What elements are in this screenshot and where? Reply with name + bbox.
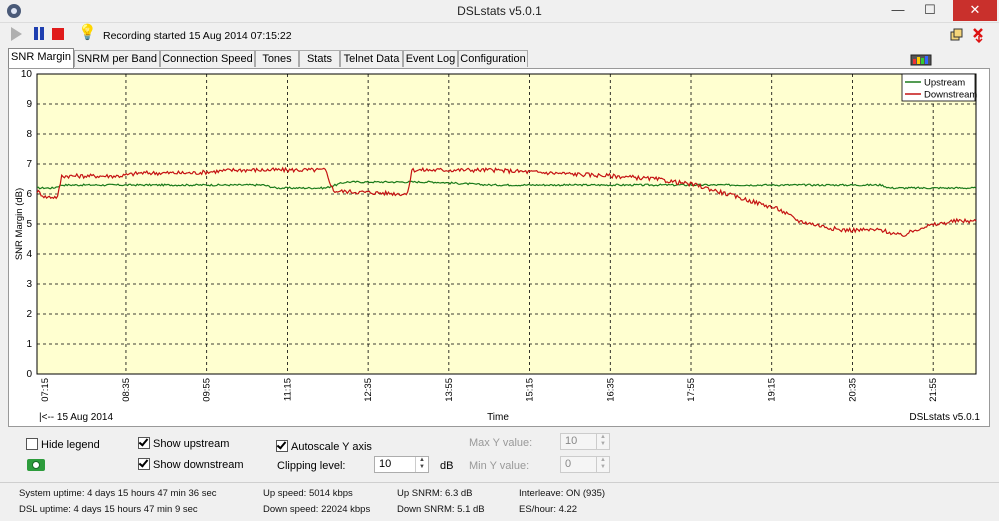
y-tick-label: 9 — [26, 99, 32, 110]
play-icon[interactable] — [11, 27, 22, 41]
y-tick-label: 2 — [26, 309, 32, 320]
tab-connection-speed[interactable]: Connection Speed — [160, 50, 255, 67]
y-tick-label: 4 — [26, 249, 32, 260]
show-upstream-checkbox[interactable]: Show upstream — [138, 437, 229, 450]
snr-margin-chart: 0 1 2 3 4 5 6 7 8 9 10 07:15 08:35 09:55 11:15 12:35 13:… — [14, 69, 980, 423]
minimize-button[interactable]: — — [883, 0, 913, 21]
recording-status: Recording started 15 Aug 2014 07:15:22 — [103, 30, 292, 42]
max-y-input[interactable]: 10 ▲ ▼ — [560, 433, 610, 450]
x-tick-label: 16:35 — [605, 378, 616, 402]
max-y-value: 10 — [565, 435, 578, 447]
hide-legend-checkbox[interactable]: Hide legend — [26, 438, 100, 451]
checkbox-box[interactable] — [138, 458, 150, 470]
close-button[interactable]: ✕ — [953, 0, 997, 21]
y-tick-label: 10 — [21, 69, 33, 80]
min-y-input[interactable]: 0 ▲ ▼ — [560, 456, 610, 473]
min-y-label: Min Y value: — [469, 460, 530, 472]
x-tick-label: 17:55 — [686, 378, 697, 402]
legend-label: Downstream — [924, 90, 977, 101]
dsl-uptime: DSL uptime: 4 days 15 hours 47 min 9 sec — [19, 504, 198, 515]
y-tick-label: 1 — [26, 339, 32, 350]
toolbar: 💡 Recording started 15 Aug 2014 07:15:22 — [0, 24, 999, 66]
y-tick-label: 3 — [26, 279, 32, 290]
y-axis-title: SNR Margin (dB) — [14, 188, 25, 260]
checkbox-box[interactable] — [26, 438, 38, 450]
down-speed: Down speed: 22024 kbps — [263, 504, 371, 515]
autoscale-label: Autoscale Y axis — [291, 441, 372, 453]
interleave: Interleave: ON (935) — [519, 488, 606, 499]
spinner-arrows-icon[interactable]: ▲ ▼ — [415, 457, 428, 472]
spinner-arrows-icon[interactable]: ▲ ▼ — [596, 434, 609, 449]
min-y-value: 0 — [565, 458, 572, 470]
hide-legend-label: Hide legend — [41, 439, 100, 451]
date-label: |<-- 15 Aug 2014 — [39, 412, 113, 423]
x-tick-label: 21:55 — [928, 378, 939, 402]
show-upstream-label: Show upstream — [153, 438, 230, 450]
x-tick-label: 09:55 — [202, 378, 213, 402]
legend-label: Upstream — [924, 78, 965, 89]
es-per-hour: ES/hour: 4.22 — [519, 504, 578, 515]
tab-snr-margin[interactable]: SNR Margin — [8, 48, 74, 68]
window-title: DSLstats v5.0.1 — [457, 4, 542, 18]
y-tick-label: 0 — [26, 369, 32, 380]
clipping-level-value: 10 — [379, 458, 392, 470]
system-uptime: System uptime: 4 days 15 hours 47 min 36… — [19, 488, 217, 499]
x-tick-label: 11:15 — [282, 378, 293, 401]
show-downstream-checkbox[interactable]: Show downstream — [138, 458, 244, 471]
y-tick-label: 8 — [26, 129, 32, 140]
show-downstream-label: Show downstream — [153, 459, 244, 471]
autoscale-checkbox[interactable]: Autoscale Y axis — [276, 440, 372, 453]
checkbox-box[interactable] — [138, 437, 150, 449]
max-y-label: Max Y value: — [469, 437, 533, 449]
y-tick-label: 5 — [26, 219, 32, 230]
tab-tones[interactable]: Tones — [255, 50, 299, 67]
title-bar: DSLstats v5.0.1 — ☐ ✕ — [0, 0, 999, 23]
up-speed: Up speed: 5014 kbps — [263, 488, 353, 499]
version-watermark: DSLstats v5.0.1 — [909, 412, 980, 423]
stop-icon[interactable] — [52, 28, 64, 40]
tab-stats[interactable]: Stats — [299, 50, 340, 67]
x-tick-label: 13:55 — [444, 378, 455, 402]
checkbox-box[interactable] — [276, 440, 288, 452]
restore-panel-icon[interactable] — [950, 28, 964, 42]
x-tick-label: 19:15 — [767, 378, 778, 402]
tab-telnet-data[interactable]: Telnet Data — [340, 50, 403, 67]
up-snrm: Up SNRM: 6.3 dB — [397, 488, 473, 499]
maximize-button[interactable]: ☐ — [915, 0, 945, 21]
chart-controls: Hide legend Show upstream Show downstrea… — [8, 428, 990, 480]
camera-icon[interactable] — [27, 459, 45, 471]
clipping-level-label: Clipping level: — [277, 460, 346, 472]
x-tick-label: 08:35 — [121, 378, 132, 402]
tab-snrm-per-band[interactable]: SNRM per Band — [74, 50, 160, 67]
x-tick-label: 07:15 — [40, 378, 51, 402]
tab-event-log[interactable]: Event Log — [403, 50, 458, 67]
clipping-level-input[interactable]: 10 ▲ ▼ — [374, 456, 429, 473]
spinner-arrows-icon[interactable]: ▲ ▼ — [596, 457, 609, 472]
x-tick-label: 12:35 — [363, 378, 374, 402]
status-bar: System uptime: 4 days 15 hours 47 min 36… — [0, 482, 999, 521]
y-tick-label: 7 — [26, 159, 32, 170]
x-tick-label: 15:15 — [525, 378, 536, 402]
tab-configuration[interactable]: Configuration — [458, 50, 528, 67]
disconnect-icon[interactable] — [970, 27, 988, 43]
x-axis-title: Time — [487, 412, 509, 423]
lightbulb-icon[interactable]: 💡 — [78, 25, 97, 41]
chart-snapshot-icon[interactable] — [910, 52, 932, 66]
x-tick-label: 20:35 — [847, 378, 858, 402]
pause-icon[interactable] — [33, 27, 47, 41]
y-tick-label: 6 — [26, 189, 32, 200]
down-snrm: Down SNRM: 5.1 dB — [397, 504, 485, 515]
clipping-unit: dB — [440, 460, 454, 472]
